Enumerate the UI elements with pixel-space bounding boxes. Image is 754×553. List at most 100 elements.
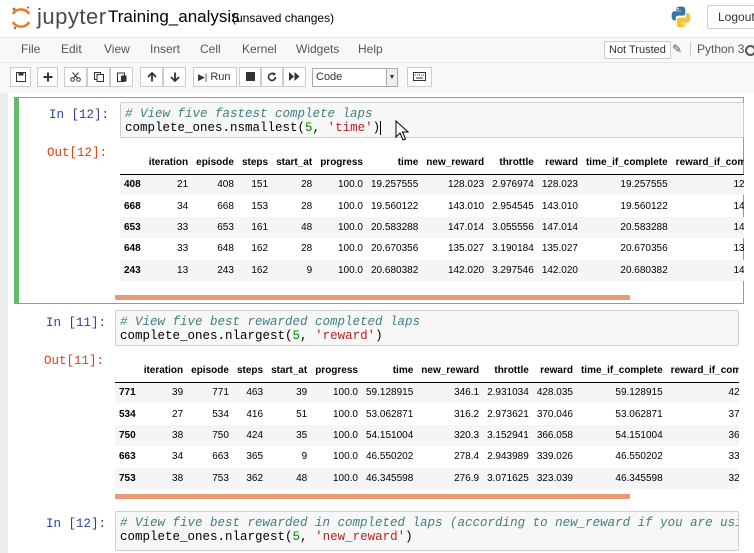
- dataframe-output[interactable]: iteration episode steps start_at progress tim…: [115, 360, 739, 490]
- run-button[interactable]: ▶| Run: [193, 67, 237, 87]
- menu-kernel[interactable]: Kernel: [242, 42, 277, 56]
- menu-file[interactable]: File: [21, 42, 40, 56]
- table-cell: 243: [217, 264, 234, 276]
- fast-forward-icon: [289, 72, 300, 81]
- paste-button[interactable]: [110, 67, 133, 87]
- code-cell[interactable]: In [12]: # View five best rewarded in co…: [14, 507, 744, 553]
- table-cell: 19.560122: [371, 200, 419, 212]
- table-cell: 668: [217, 200, 234, 212]
- table-cell: 135.027: [541, 243, 578, 255]
- column-header: iteration: [139, 360, 188, 383]
- table-row: 771 39 771 463 39 100.0 59.128915 346.1 2.931034…: [115, 382, 739, 404]
- table-cell: 59.128915: [366, 387, 414, 399]
- copy-button[interactable]: [87, 67, 110, 87]
- table-cell: 100.0: [332, 408, 358, 420]
- table-cell: 128.023: [447, 179, 485, 191]
- table-cell: 51: [296, 408, 308, 420]
- table-cell: 100.0: [332, 387, 358, 399]
- code-cell-selected[interactable]: In [12]: # View five fastest complete la…: [14, 97, 744, 304]
- jupyter-logo-text[interactable]: jupyter: [37, 4, 107, 30]
- code-editor[interactable]: # View five best rewarded completed laps…: [115, 310, 739, 346]
- column-header: time: [362, 360, 418, 383]
- cell-type-select[interactable]: Code ▼: [312, 68, 398, 87]
- table-cell: 19.560122: [620, 200, 668, 212]
- run-label: Run: [210, 71, 231, 83]
- code-editor[interactable]: # View five fastest complete laps comple…: [120, 102, 744, 138]
- table-cell: 53.062871: [615, 408, 663, 420]
- save-icon: [15, 72, 26, 82]
- menu-edit[interactable]: Edit: [61, 42, 82, 56]
- restart-kernel-button[interactable]: [261, 67, 283, 87]
- dataframe-table: iteration episode steps start_at progress tim…: [120, 152, 744, 281]
- jupyter-logo-icon[interactable]: [10, 5, 32, 31]
- table-cell: 2.973621: [487, 408, 529, 420]
- table-row: 668 34 668 153 28 100.0 19.560122 143.010 2.9545…: [120, 195, 744, 216]
- menu-help[interactable]: Help: [358, 42, 383, 56]
- table-cell: 771: [212, 387, 229, 399]
- code-close: ): [372, 120, 381, 135]
- table-cell: 370.046: [536, 408, 573, 420]
- kernel-name[interactable]: Python 3: [690, 42, 744, 56]
- copy-icon: [93, 72, 104, 82]
- row-index: 243: [124, 264, 141, 276]
- stop-icon: [245, 72, 255, 81]
- output-horizontal-scrollbar[interactable]: [115, 295, 630, 300]
- table-cell: 34: [172, 451, 184, 463]
- menu-cell[interactable]: Cell: [200, 42, 221, 56]
- column-header: reward: [537, 152, 582, 175]
- table-row: 750 38 750 424 35 100.0 54.151004 320.3 3.152941…: [115, 424, 739, 447]
- table-cell: 151: [251, 179, 269, 191]
- restart-run-all-button[interactable]: [283, 67, 306, 87]
- column-header: time_if_complete: [576, 360, 667, 383]
- notebook-title[interactable]: Training_analysis: [108, 7, 240, 27]
- table-cell: 323.039: [728, 472, 739, 484]
- menubar: File Edit View Insert Cell Kernel Widget…: [0, 37, 754, 63]
- logout-button[interactable]: Logout: [707, 5, 754, 29]
- output-horizontal-scrollbar[interactable]: [115, 494, 630, 499]
- dataframe-output[interactable]: iteration episode steps start_at progress tim…: [120, 152, 744, 292]
- table-cell: 653: [217, 221, 234, 233]
- table-cell: 100.0: [337, 200, 363, 212]
- column-header: steps: [232, 360, 268, 383]
- save-status: (unsaved changes): [232, 11, 335, 25]
- menu-insert[interactable]: Insert: [150, 42, 180, 56]
- move-down-button[interactable]: [163, 67, 186, 87]
- column-header: reward_if_complete: [666, 360, 739, 383]
- column-header: iteration: [144, 152, 193, 175]
- menu-widgets[interactable]: Widgets: [296, 42, 339, 56]
- code-close: ): [375, 328, 383, 343]
- table-cell: 20.670356: [371, 243, 419, 255]
- table-cell: 753: [212, 472, 229, 484]
- table-cell: 147.014: [447, 221, 485, 233]
- table-cell: 366.058: [536, 429, 573, 441]
- table-cell: 35: [296, 429, 308, 441]
- table-cell: 33: [177, 243, 189, 255]
- table-cell: 46.345598: [615, 472, 663, 484]
- menu-view[interactable]: View: [104, 42, 130, 56]
- move-up-button[interactable]: [140, 67, 163, 87]
- interrupt-kernel-button[interactable]: [239, 67, 261, 87]
- input-prompt: In [11]:: [45, 316, 106, 330]
- table-cell: 20.583288: [620, 221, 668, 233]
- trust-status-button[interactable]: Not Trusted: [604, 41, 671, 59]
- table-cell: 100.0: [337, 221, 363, 233]
- notebook-page: In [12]: # View five fastest complete la…: [0, 93, 754, 553]
- notebook-header: jupyter Training_analysis (unsaved chang…: [0, 0, 754, 37]
- insert-cell-button[interactable]: [37, 67, 58, 87]
- table-cell: 59.128915: [615, 387, 663, 399]
- table-cell: 142.020: [447, 264, 485, 276]
- code-cell[interactable]: In [11]: # View five best rewarded compl…: [14, 306, 744, 499]
- save-button[interactable]: [10, 67, 31, 87]
- column-header: reward: [532, 360, 577, 383]
- table-cell: 46.345598: [366, 472, 414, 484]
- table-cell: 39: [172, 387, 184, 399]
- code-editor[interactable]: # View five best rewarded in completed l…: [115, 511, 739, 551]
- input-prompt: In [12]:: [45, 517, 106, 531]
- table-row: 534 27 534 416 51 100.0 53.062871 316.2 2.973621…: [115, 403, 739, 424]
- command-palette-button[interactable]: [407, 67, 432, 87]
- row-index: 771: [119, 387, 136, 399]
- column-header: steps: [237, 152, 273, 175]
- table-cell: 3.297546: [492, 264, 534, 276]
- table-cell: 21: [177, 179, 189, 191]
- cut-button[interactable]: [64, 67, 87, 87]
